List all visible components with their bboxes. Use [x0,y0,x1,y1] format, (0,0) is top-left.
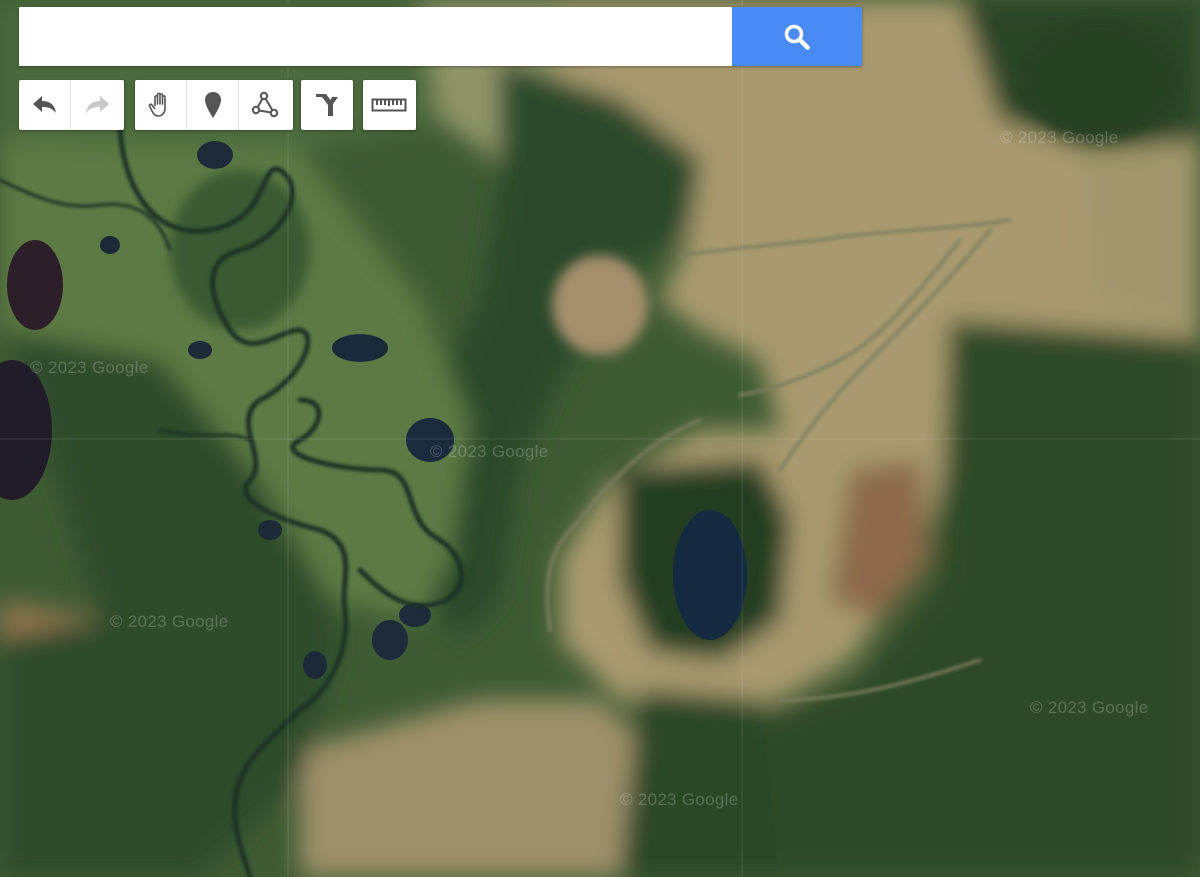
search-input[interactable] [19,7,732,66]
ruler-icon [371,96,407,114]
redo-icon [83,93,111,117]
lake [673,510,747,640]
meadow-area [1080,140,1200,330]
search-button[interactable] [732,7,862,66]
marker-tool-button[interactable] [187,80,239,130]
lake [7,240,63,330]
route-tool-button[interactable] [301,80,353,130]
undo-button[interactable] [19,80,71,130]
route-fork-icon [312,90,342,120]
search-bar [19,7,862,66]
redo-button[interactable] [71,80,123,130]
pan-tool-button[interactable] [135,80,187,130]
round-meadow [552,255,648,355]
search-icon [782,22,812,52]
route-toolbar [301,80,353,130]
history-toolbar [19,80,124,130]
polyline-icon [250,90,280,120]
forest-area [620,690,780,877]
satellite-map[interactable] [0,0,1200,877]
polyline-tool-button[interactable] [239,80,291,130]
undo-icon [31,93,59,117]
drawing-toolbar [135,80,293,130]
pan-hand-icon [146,90,176,120]
measure-tool-button[interactable] [363,80,415,130]
marker-pin-icon [202,90,224,120]
measure-toolbar [363,80,416,130]
